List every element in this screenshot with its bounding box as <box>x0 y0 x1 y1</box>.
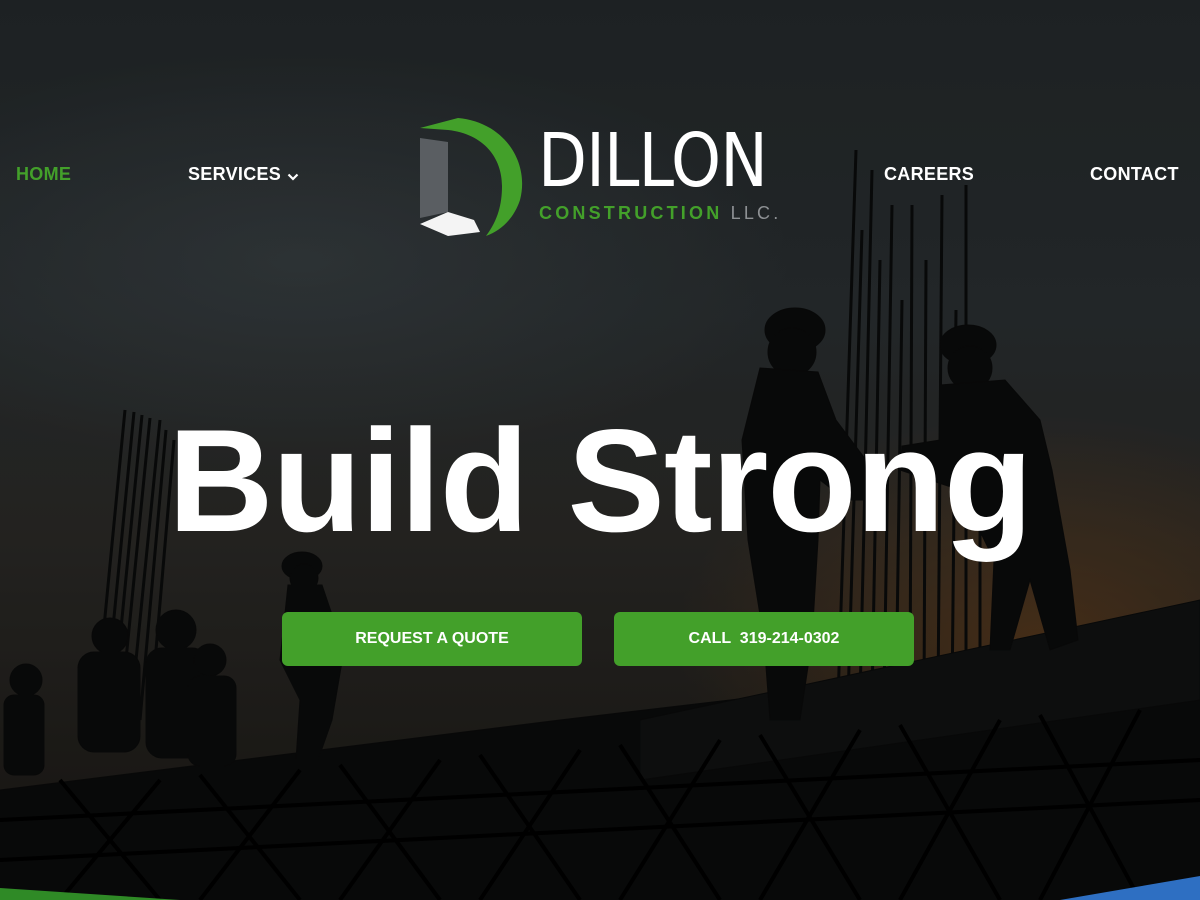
nav-contact-link[interactable]: CONTACT <box>1090 164 1179 185</box>
chevron-down-icon[interactable] <box>287 165 299 186</box>
logo-subtitle: CONSTRUCTION LLC. <box>539 203 781 224</box>
call-phone-label: CALL 319-214-0302 <box>688 630 840 647</box>
logo-subtitle-construction: CONSTRUCTION <box>539 203 723 223</box>
request-quote-button[interactable]: REQUEST A QUOTE <box>282 612 582 666</box>
request-quote-label: REQUEST A QUOTE <box>355 630 509 647</box>
nav-services-label: SERVICES <box>188 164 282 184</box>
nav-home-label: HOME <box>16 164 72 184</box>
nav-home-link[interactable]: HOME <box>16 164 71 185</box>
hero-headline: Build Strong <box>168 399 1033 562</box>
nav-services-link[interactable]: SERVICES <box>188 164 299 186</box>
nav-careers-label: CAREERS <box>884 164 975 184</box>
logo-mark-icon <box>420 118 523 236</box>
nav-contact-label: CONTACT <box>1090 164 1179 184</box>
nav-careers-link[interactable]: CAREERS <box>884 164 974 185</box>
logo-wordmark: DILLON <box>538 118 768 204</box>
company-logo[interactable]: DILLON CONSTRUCTION LLC. <box>418 112 788 242</box>
logo-subtitle-llc: LLC. <box>730 203 782 223</box>
call-phone-button[interactable]: CALL 319-214-0302 <box>614 612 914 666</box>
